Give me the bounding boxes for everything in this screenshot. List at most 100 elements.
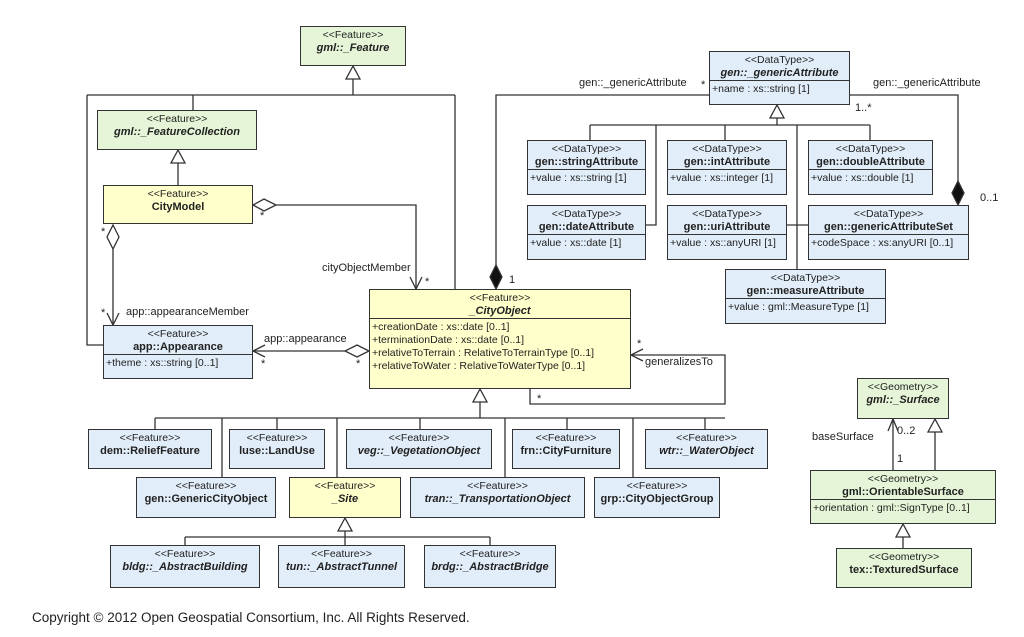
class-textured-surface: <<Geometry>> tex::TexturedSurface [836,548,972,588]
class-name: wtr::_WaterObject [659,445,754,457]
attribute-list: +theme : xs::string [0..1] [104,354,252,372]
stereotype: <<DataType>> [692,143,762,155]
class-header: <<DataType>> gen::measureAttribute [726,270,885,298]
class-transportation-object: <<Feature>> tran::_TransportationObject [410,477,585,518]
attribute-list: +value : xs::string [1] [528,169,645,187]
attribute-list: +value : xs::double [1] [809,169,932,187]
attribute: +creationDate : xs::date [0..1] [372,321,510,333]
mult: * [425,276,430,288]
stereotype: <<Feature>> [676,432,737,444]
class-header: <<DataType>> gen::stringAttribute [528,141,645,169]
aggregation-diamond-icon [106,223,120,251]
attribute-list: +codeSpace : xs:anyURI [0..1] [809,234,968,252]
class-header: <<Feature>> wtr::_WaterObject [646,430,767,458]
stereotype: <<Feature>> [119,432,181,444]
class-header: <<Feature>> gml::_Feature [301,27,405,55]
attribute: +theme : xs::string [0..1] [106,357,219,369]
generalization-arrow-icon [344,64,362,80]
class-name: frn::CityFurniture [520,445,612,457]
mult: * [537,393,542,405]
stereotype: <<DataType>> [551,143,622,155]
copyright-footer: Copyright © 2012 Open Geospatial Consort… [32,610,470,625]
class-header: <<Feature>> gen::GenericCityObject [137,478,275,506]
class-header: <<DataType>> gen::intAttribute [668,141,786,169]
class-uri-attribute: <<DataType>> gen::uriAttribute+value : xs… [667,205,787,260]
stereotype: <<DataType>> [853,208,924,220]
connector-line [276,204,417,289]
label-generalizes-to: generalizesTo [645,356,713,368]
class-name: luse::LandUse [239,445,315,457]
class-header: <<Feature>> luse::LandUse [230,430,324,458]
mult: 1 [897,453,904,465]
stereotype: <<Geometry>> [868,551,940,563]
class-header: <<DataType>> gen::_genericAttribute [710,52,849,80]
class-name: grp::CityObjectGroup [600,493,714,505]
class-name: gen::GenericCityObject [144,493,268,505]
class-header: <<Feature>> dem::ReliefFeature [89,430,211,458]
class-name: gen::measureAttribute [746,285,865,297]
stereotype: <<Feature>> [467,480,528,492]
attribute: +value : xs::double [1] [811,172,914,184]
class-header: <<DataType>> gen::uriAttribute [668,206,786,234]
class-name: gen::genericAttributeSet [824,221,953,233]
attribute-list: +value : gml::MeasureType [1] [726,298,885,316]
attribute: +codeSpace : xs:anyURI [0..1] [811,237,954,249]
class-gml-feature: <<Feature>> gml::_Feature [300,26,406,66]
attribute-list: +value : xs::anyURI [1] [668,234,786,252]
generalization-arrow-icon [471,387,489,403]
attribute: +value : xs::anyURI [1] [670,237,776,249]
aggregation-diamond-icon [343,344,371,358]
class-header: <<Geometry>> gml::OrientableSurface [811,471,995,499]
stereotype: <<Feature>> [388,432,450,444]
aggregation-diamond-icon [251,198,278,212]
class-abstract-tunnel: <<Feature>> tun::_AbstractTunnel [278,545,405,588]
mult: * [356,358,361,370]
class-header: <<Feature>> tun::_AbstractTunnel [279,546,404,574]
generalization-arrow-icon [894,522,912,538]
class-name: _Site [331,493,359,505]
attribute-list: +creationDate : xs::date [0..1] +terminat… [370,318,630,375]
mult: 1..* [855,102,872,114]
class-name: gml::OrientableSurface [842,486,964,498]
class-feature-collection: <<Feature>> gml::_FeatureCollection [97,110,257,150]
class-name: brdg::_AbstractBridge [431,561,549,573]
stereotype: <<Feature>> [175,480,237,492]
stereotype: <<DataType>> [835,143,906,155]
attribute-list: +orientation : gml::SignType [0..1] [811,499,995,517]
mult: 0..2 [897,425,916,437]
connector-line [646,125,657,226]
class-name: gen::_genericAttribute [720,67,839,79]
class-double-attribute: <<DataType>> gen::doubleAttribute +value :… [808,140,933,195]
stereotype: <<DataType>> [744,54,815,66]
class-vegetation-object: <<Feature>> veg::_VegetationObject [346,429,492,469]
class-header: <<Feature>> _Site [290,478,400,506]
class-city-object: <<Feature>> _CityObject +creationDate : xs… [369,289,631,389]
generalization-arrow-icon [336,516,354,532]
attribute: +relativeToTerrain : RelativeToTerrainTy… [372,347,595,359]
composition-diamond-icon [489,263,503,291]
class-header: <<Feature>> tran::_TransportationObject [411,478,584,506]
label-city-object-member: cityObjectMember [322,262,411,274]
class-header: <<Feature>> frn::CityFurniture [513,430,619,458]
attribute: +value : gml::MeasureType [1] [728,301,869,313]
mult: * [101,307,106,319]
generalization-arrow-icon [768,103,786,119]
class-water-object: <<Feature>> wtr::_WaterObject [645,429,768,469]
class-int-attribute: <<DataType>> gen::intAttribute+value : xs… [667,140,787,195]
stereotype: <<Feature>> [322,29,384,41]
class-city-model: <<Feature>> CityModel [103,185,253,224]
mult: * [701,79,706,91]
stereotype: <<Feature>> [246,432,308,444]
attribute: +value : xs::string [1] [530,172,627,184]
class-header: <<Feature>> brdg::_AbstractBridge [425,546,555,574]
class-name: _CityObject [469,305,531,317]
stereotype: <<DataType>> [692,208,762,220]
attribute: +value : xs::integer [1] [670,172,774,184]
class-city-object-group: <<Feature>> grp::CityObjectGroup [594,477,720,518]
class-relief-feature: <<Feature>> dem::ReliefFeature [88,429,212,469]
stereotype: <<DataType>> [551,208,622,220]
class-name: dem::ReliefFeature [100,445,200,457]
class-abstract-bridge: <<Feature>> brdg::_AbstractBridge [424,545,556,588]
class-name: app::Appearance [133,341,223,353]
class-header: <<Geometry>> gml::_Surface [858,379,948,407]
